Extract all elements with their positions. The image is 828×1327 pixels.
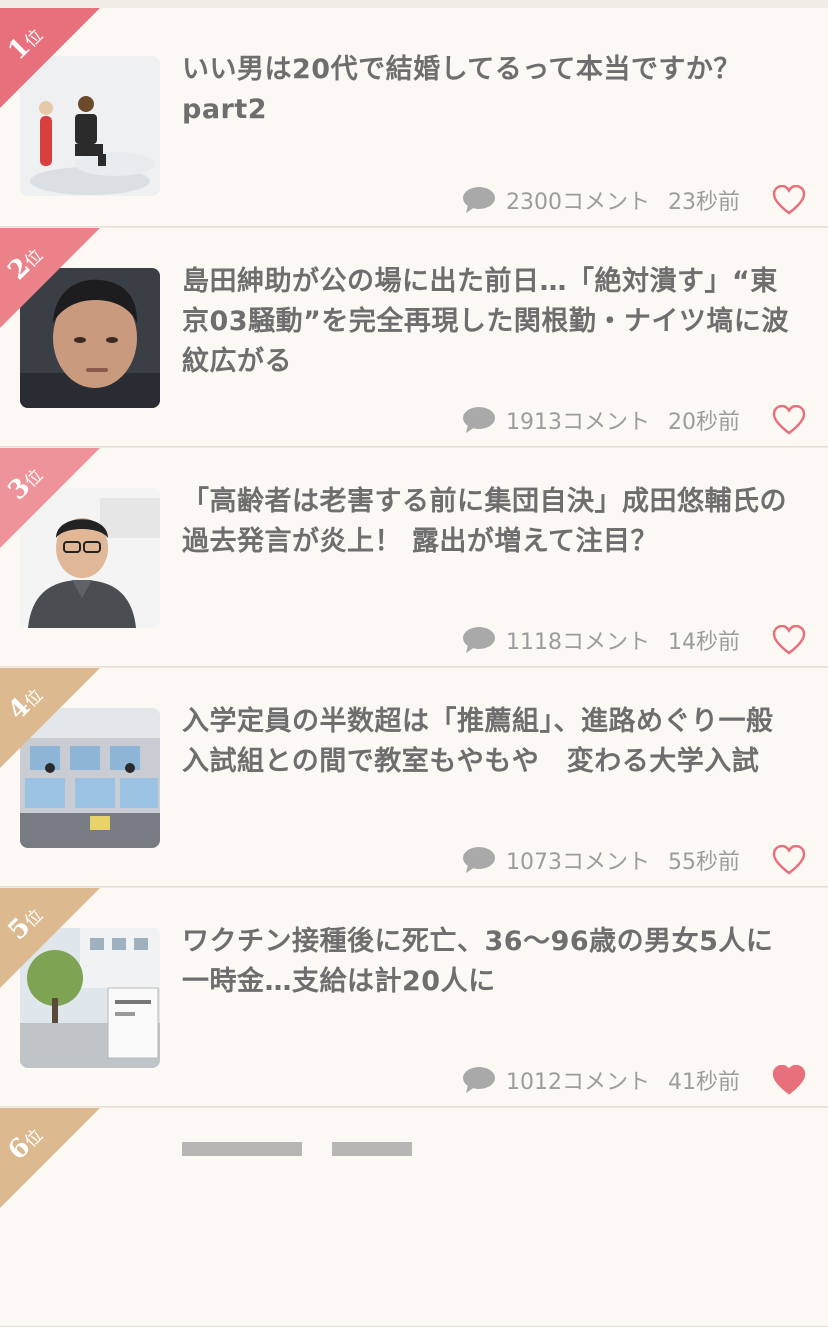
article-meta: 2300コメント 23秒前 xyxy=(462,180,806,220)
article-meta: 1012コメント 41秒前 xyxy=(462,1060,806,1100)
comment-icon xyxy=(463,187,495,213)
comment-icon xyxy=(463,847,495,873)
time-ago: 41秒前 xyxy=(668,1070,740,1095)
ranking-item[interactable]: 4位 入学定員の半数超は「推薦組」、進路めぐり一般入試組との間で教室もやもや 変… xyxy=(0,668,828,887)
ranking-list: 1位 いい男は20代で結婚してるって本当ですか？part2 2300コメント 2… xyxy=(0,0,828,1327)
time-ago: 55秒前 xyxy=(668,850,740,875)
comment-count[interactable]: 1913コメント xyxy=(506,404,650,436)
article-title[interactable]: 「高齢者は老害する前に集団自決」成田悠輔氏の過去発言が炎上！ 露出が増えて注目？ xyxy=(182,482,792,562)
ranking-item[interactable]: 6位 xyxy=(0,1108,828,1327)
ranking-item[interactable]: 1位 いい男は20代で結婚してるって本当ですか？part2 2300コメント 2… xyxy=(0,8,828,227)
ranking-item[interactable]: 3位 「高齢者は老害する前に集団自決」成田悠輔氏の過去発言が炎上！ 露出が増えて… xyxy=(0,448,828,667)
article-title[interactable]: ワクチン接種後に死亡、36〜96歳の男女5人に一時金…支給は計20人に xyxy=(182,922,792,1002)
time-ago: 20秒前 xyxy=(668,410,740,435)
time-ago: 23秒前 xyxy=(668,190,740,215)
article-meta: 1118コメント 14秒前 xyxy=(462,620,806,660)
ranking-item[interactable]: 5位 ワクチン接種後に死亡、36〜96歳の男女5人に一時金…支給は計20人に 1… xyxy=(0,888,828,1107)
comment-icon xyxy=(463,407,495,433)
article-meta: 1073コメント 55秒前 xyxy=(462,840,806,880)
heart-icon[interactable] xyxy=(772,1065,806,1095)
comment-icon xyxy=(463,1067,495,1093)
comment-count[interactable]: 2300コメント xyxy=(506,184,650,216)
comment-count[interactable]: 1073コメント xyxy=(506,844,650,876)
ranking-item[interactable]: 2位 島田紳助が公の場に出た前日…「絶対潰す」“東京03騒動”を完全再現した関根… xyxy=(0,228,828,447)
article-meta: 1913コメント 20秒前 xyxy=(462,400,806,440)
article-title[interactable]: 島田紳助が公の場に出た前日…「絶対潰す」“東京03騒動”を完全再現した関根勤・ナ… xyxy=(182,262,792,382)
article-title[interactable]: 入学定員の半数超は「推薦組」、進路めぐり一般入試組との間で教室もやもや 変わる大… xyxy=(182,702,792,782)
comment-icon xyxy=(463,627,495,653)
article-title[interactable]: いい男は20代で結婚してるって本当ですか？part2 xyxy=(182,50,792,130)
heart-icon[interactable] xyxy=(772,405,806,435)
comment-count[interactable]: 1118コメント xyxy=(506,624,650,656)
heart-icon[interactable] xyxy=(772,625,806,655)
article-title-cut xyxy=(182,1142,782,1156)
comment-count[interactable]: 1012コメント xyxy=(506,1064,650,1096)
time-ago: 14秒前 xyxy=(668,630,740,655)
heart-icon[interactable] xyxy=(772,185,806,215)
heart-icon[interactable] xyxy=(772,845,806,875)
